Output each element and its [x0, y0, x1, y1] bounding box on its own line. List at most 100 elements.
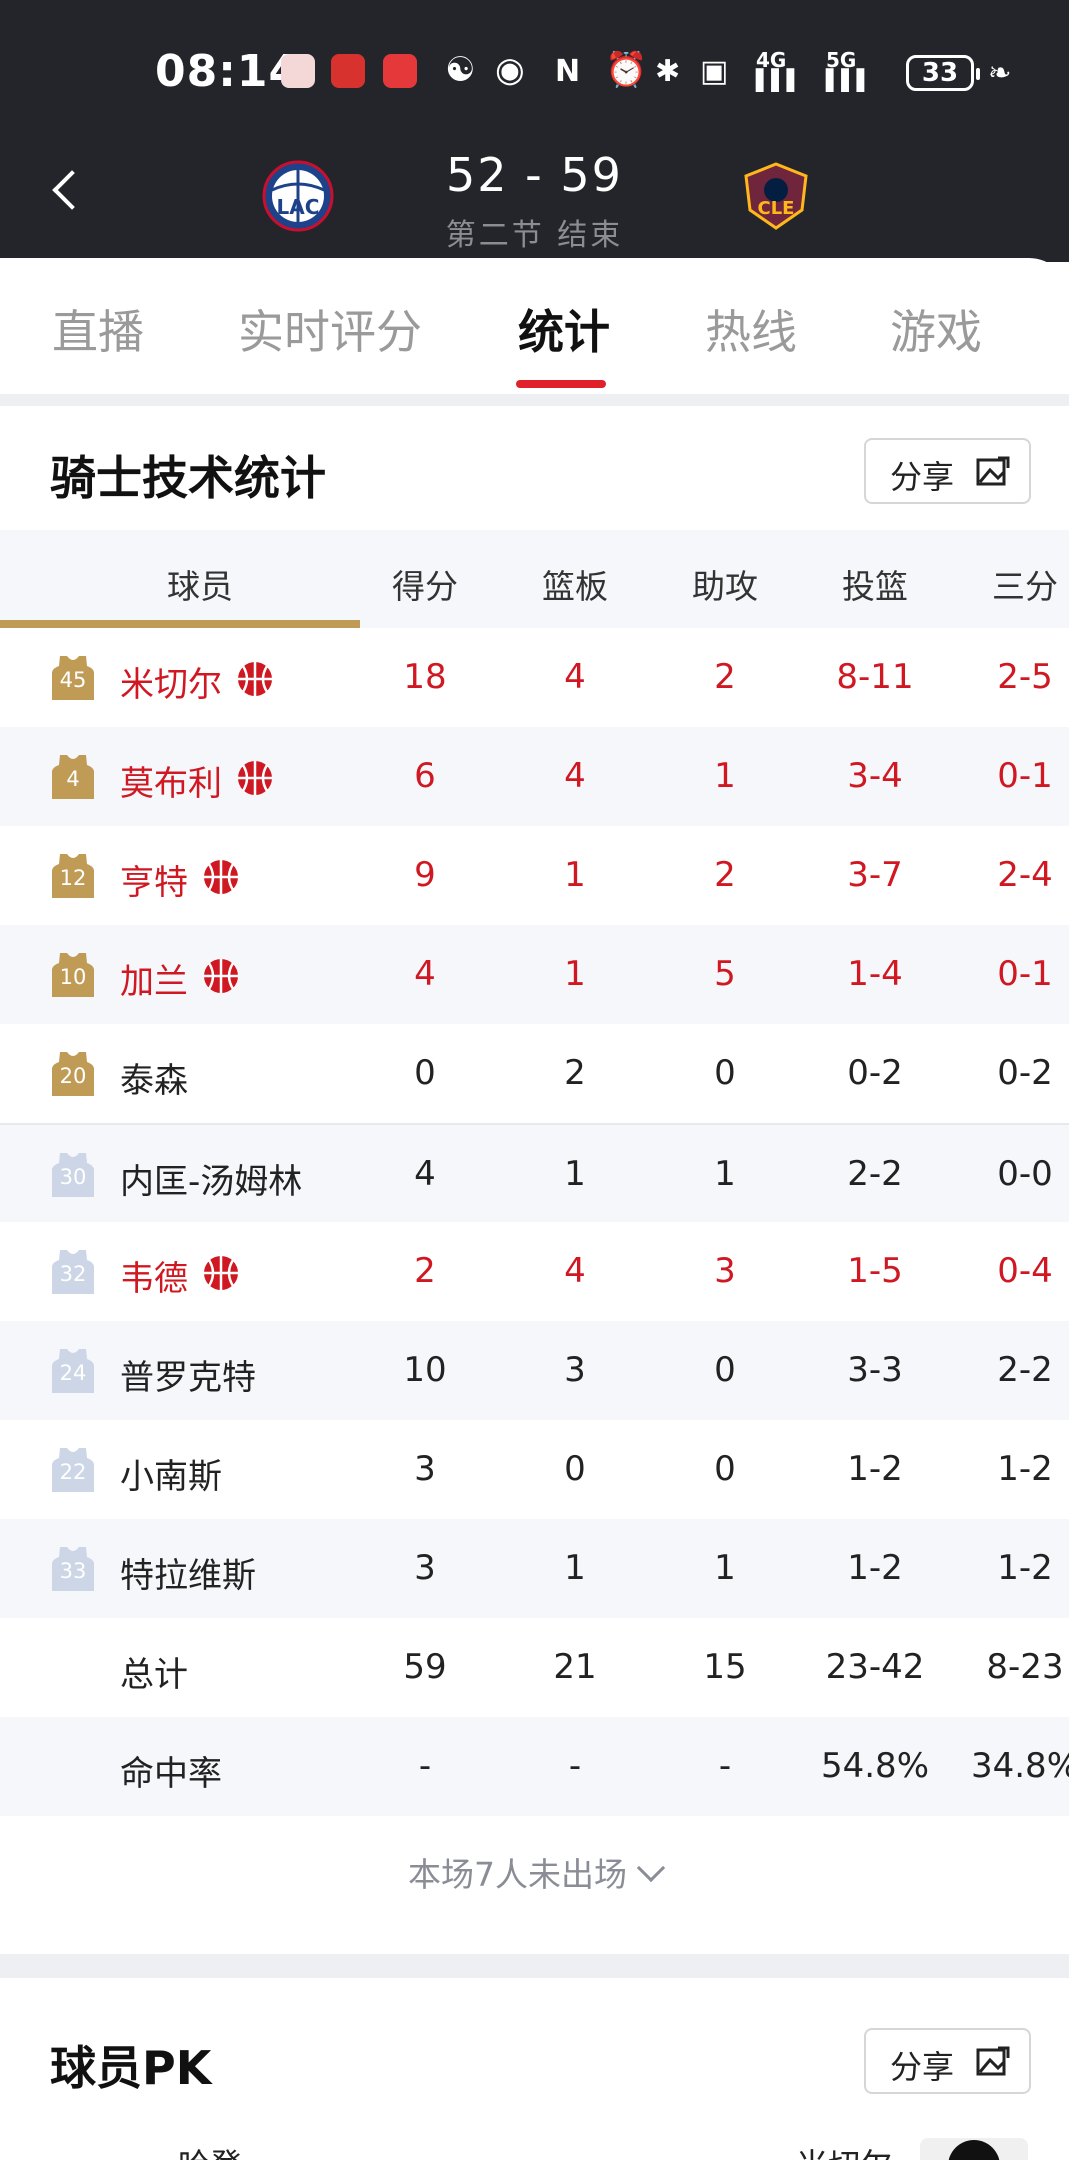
stat-rebounds: 1: [564, 1548, 586, 1588]
player-name[interactable]: 米切尔: [120, 657, 222, 706]
stat-points: 9: [414, 855, 436, 895]
stat-field-goals: 54.8%: [820, 1746, 929, 1786]
stat-rebounds: 3: [564, 1350, 586, 1390]
jersey-number: 10: [59, 965, 87, 989]
table-row[interactable]: 10 加兰 4 1 5 1-4 0-1: [0, 925, 1069, 1024]
jersey-icon: 33: [50, 1545, 96, 1593]
data-saver-icon: ☯: [445, 50, 476, 90]
player-name[interactable]: 普罗克特: [120, 1350, 256, 1399]
stat-assists: 3: [714, 1251, 736, 1291]
svg-text:CLE: CLE: [758, 198, 795, 219]
stat-assists: 0: [714, 1350, 736, 1390]
stat-three-pointers: 0-2: [997, 1053, 1053, 1093]
stat-points: -: [418, 1746, 432, 1786]
basketball-shape: [238, 761, 272, 795]
bluetooth-icon: ✱: [655, 54, 681, 89]
percentage-row[interactable]: 命中率 - - - 54.8% 34.8%: [0, 1717, 1069, 1816]
col-rebounds[interactable]: 篮板: [500, 560, 650, 608]
stat-points: 3: [414, 1548, 436, 1588]
basketball-shape: [204, 1256, 238, 1290]
stat-field-goals: 1-5: [847, 1251, 903, 1291]
table-row[interactable]: 24 普罗克特 10 3 0 3-3 2-2: [0, 1321, 1069, 1420]
stat-three-pointers: 8-23: [986, 1647, 1064, 1687]
player-name[interactable]: 内匡-汤姆林: [120, 1154, 302, 1203]
stat-rebounds: 21: [553, 1647, 597, 1687]
col-assists[interactable]: 助攻: [650, 560, 800, 608]
player-avatar[interactable]: [920, 2138, 1028, 2160]
stat-rebounds: 4: [564, 657, 586, 697]
stat-rebounds: 2: [564, 1053, 586, 1093]
table-row[interactable]: 22 小南斯 3 0 0 1-2 1-2: [0, 1420, 1069, 1519]
player-name[interactable]: 特拉维斯: [120, 1548, 256, 1597]
stat-three-pointers: 0-0: [997, 1154, 1053, 1194]
stat-field-goals: 3-3: [847, 1350, 903, 1390]
stat-rebounds: 4: [564, 1251, 586, 1291]
percentage-label: 命中率: [120, 1754, 222, 1794]
player-name[interactable]: 加兰: [120, 954, 188, 1003]
pk-section-title: 球员PK: [50, 2041, 212, 2095]
tab-realtime-rating[interactable]: 实时评分: [238, 296, 422, 362]
table-row[interactable]: 45 米切尔 18 4 2 8-11 2-5: [0, 628, 1069, 727]
pk-share-button[interactable]: 分享: [864, 2028, 1031, 2094]
tab-games[interactable]: 游戏: [890, 296, 982, 362]
jersey-icon: 30: [50, 1151, 96, 1199]
table-row[interactable]: 30 内匡-汤姆林 4 1 1 2-2 0-0: [0, 1123, 1069, 1222]
tab-active-indicator: [516, 380, 606, 388]
table-row[interactable]: 33 特拉维斯 3 1 1 1-2 1-2: [0, 1519, 1069, 1618]
notification-app-icon: [331, 54, 365, 88]
table-row[interactable]: 32 韦德 2 4 3 1-5 0-4: [0, 1222, 1069, 1321]
jersey-icon: 12: [50, 852, 96, 900]
not-played-toggle[interactable]: 本场7人未出场: [0, 1848, 1069, 1896]
signal-5g: 5G ▌▌▌: [826, 48, 873, 92]
alarm-icon: ⏰: [605, 50, 648, 90]
basketball-shape: [204, 959, 238, 993]
stat-three-pointers: 2-4: [997, 855, 1053, 895]
stat-field-goals: 1-4: [847, 954, 903, 994]
table-row[interactable]: 12 亨特 9 1 2 3-7 2-4: [0, 826, 1069, 925]
cavaliers-logo: CLE: [744, 162, 808, 230]
stat-points: 4: [414, 1154, 436, 1194]
table-row[interactable]: 4 莫布利 6 4 1 3-4 0-1: [0, 727, 1069, 826]
col-field-goals[interactable]: 投篮: [800, 560, 950, 608]
player-name[interactable]: 韦德: [120, 1251, 188, 1300]
stat-three-pointers: 0-1: [997, 756, 1053, 796]
player-name[interactable]: 小南斯: [120, 1449, 222, 1498]
share-image-icon: [976, 456, 1010, 486]
stat-rebounds: 1: [564, 1154, 586, 1194]
game-header: 08:14 ☯ ◉ N ⏰ ✱ ▣ 4G ▌▌▌ 5G ▌▌▌ 33 ❧ LAC 5…: [0, 0, 1069, 262]
tab-stats[interactable]: 统计: [518, 296, 610, 362]
col-points[interactable]: 得分: [350, 560, 500, 608]
table-row[interactable]: 20 泰森 0 2 0 0-2 0-2: [0, 1024, 1069, 1123]
jersey-icon: 10: [50, 951, 96, 999]
basketball-icon: [202, 957, 240, 995]
col-three-pointers[interactable]: 三分: [950, 560, 1069, 608]
stat-assists: 1: [714, 1154, 736, 1194]
total-row[interactable]: 总计 59 21 15 23-42 8-23: [0, 1618, 1069, 1717]
col-player[interactable]: 球员: [130, 560, 270, 608]
share-button[interactable]: 分享: [864, 438, 1031, 504]
stat-assists: 2: [714, 657, 736, 697]
stat-points: 3: [414, 1449, 436, 1489]
jersey-icon: 45: [50, 654, 96, 702]
jersey-icon: 4: [50, 753, 96, 801]
player-name[interactable]: 泰森: [120, 1053, 188, 1102]
stat-three-pointers: 0-1: [997, 954, 1053, 994]
section-divider: [0, 394, 1069, 406]
basketball-shape: [204, 860, 238, 894]
share-label: 分享: [890, 2048, 955, 2086]
player-name[interactable]: 亨特: [120, 855, 188, 904]
network-label: 4G: [756, 48, 787, 72]
notification-app-icon: [281, 54, 315, 88]
tab-hotline[interactable]: 热线: [705, 296, 797, 362]
jersey-icon: 22: [50, 1446, 96, 1494]
stat-assists: 2: [714, 855, 736, 895]
stat-three-pointers: 2-2: [997, 1350, 1053, 1390]
tab-live[interactable]: 直播: [52, 296, 144, 362]
player-name[interactable]: 莫布利: [120, 756, 222, 805]
not-played-label: 本场7人未出场: [408, 1855, 627, 1894]
jersey-number: 32: [59, 1262, 87, 1286]
jersey-number: 4: [66, 767, 80, 791]
stat-rebounds: 1: [564, 954, 586, 994]
total-label: 总计: [120, 1655, 188, 1695]
stat-assists: 0: [714, 1449, 736, 1489]
